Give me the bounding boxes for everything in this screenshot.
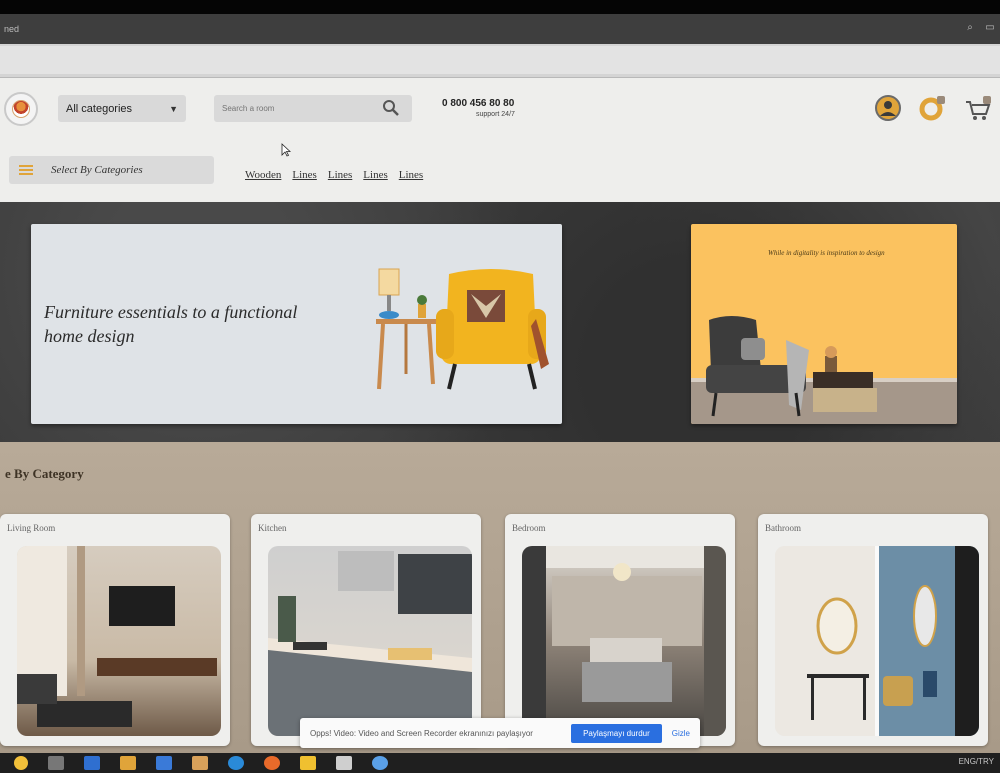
- screen-share-notification: Opps! Video: Video and Screen Recorder e…: [300, 718, 700, 748]
- site-header: All categories ▼ 0 800 456 80 80 support…: [0, 78, 1000, 202]
- lounge-chair-image: [706, 316, 877, 417]
- search-input[interactable]: [222, 104, 372, 113]
- section-title: e By Category: [5, 466, 84, 481]
- hide-button[interactable]: Gizle: [672, 729, 690, 738]
- hero-headline: Furniture essentials to a functional hom…: [44, 302, 298, 346]
- category-card-kitchen[interactable]: Kitchen: [251, 514, 481, 746]
- calendar-icon[interactable]: [336, 756, 352, 770]
- mouse-cursor-icon: [281, 143, 291, 157]
- top-black-band: [0, 0, 1000, 14]
- browser-toolbar: [0, 44, 1000, 78]
- nav-links: Wooden Lines Lines Lines Lines: [245, 169, 423, 181]
- category-dropdown-value: All categories: [66, 102, 133, 115]
- category-card-bedroom[interactable]: Bedroom: [505, 514, 735, 746]
- taskbar: ENG/TRY: [0, 753, 1000, 773]
- category-card-living-room[interactable]: Living Room: [0, 514, 230, 746]
- notification-message: Opps! Video: Video and Screen Recorder e…: [310, 728, 533, 738]
- nav-link-lines-4[interactable]: Lines: [399, 169, 423, 181]
- start-icon[interactable]: [14, 756, 28, 770]
- search-taskbar-icon[interactable]: [48, 756, 64, 770]
- select-by-categories-label: Select By Categories: [51, 164, 143, 176]
- cart-icon[interactable]: [964, 94, 992, 122]
- tab-title[interactable]: ned: [4, 24, 19, 34]
- system-tray-language[interactable]: ENG/TRY: [959, 757, 994, 766]
- stop-sharing-button[interactable]: Paylaşmayı durdur: [571, 723, 662, 743]
- chrome-icon[interactable]: [372, 756, 388, 770]
- window-menu-icon[interactable]: ▭: [984, 22, 996, 34]
- hero-banner[interactable]: Furniture essentials to a functional hom…: [31, 224, 562, 424]
- category-card-title: Bathroom: [765, 523, 801, 533]
- search-icon[interactable]: [382, 99, 400, 117]
- nav-link-lines-2[interactable]: Lines: [328, 169, 352, 181]
- mail-icon[interactable]: [156, 756, 172, 770]
- living-room-photo: [17, 546, 221, 736]
- nav-link-wooden[interactable]: Wooden: [245, 169, 281, 181]
- task-view-icon[interactable]: [84, 756, 100, 770]
- file-explorer-icon[interactable]: [120, 756, 136, 770]
- category-dropdown[interactable]: All categories ▼: [58, 95, 186, 122]
- photos-icon[interactable]: [192, 756, 208, 770]
- phone-number[interactable]: 0 800 456 80 80: [442, 98, 514, 109]
- nav-link-lines-3[interactable]: Lines: [363, 169, 387, 181]
- search-icon[interactable]: ⌕: [964, 22, 976, 34]
- user-icon[interactable]: [874, 94, 902, 122]
- nav-link-lines-1[interactable]: Lines: [292, 169, 316, 181]
- bedroom-photo: [522, 546, 726, 736]
- search-box[interactable]: [214, 95, 412, 122]
- menu-icon: [19, 165, 33, 175]
- notes-icon[interactable]: [300, 756, 316, 770]
- site-logo[interactable]: [4, 92, 38, 126]
- category-card-title: Kitchen: [258, 523, 287, 533]
- category-card-bathroom[interactable]: Bathroom: [758, 514, 988, 746]
- select-by-categories-button[interactable]: Select By Categories: [9, 156, 214, 184]
- category-card-title: Bedroom: [512, 523, 546, 533]
- screen: ned ⌕ ▭ All categories ▼ 0 800 456 80 80…: [0, 0, 1000, 773]
- hero-section: Furniture essentials to a functional hom…: [0, 202, 1000, 442]
- address-bar[interactable]: [0, 46, 1000, 74]
- phone-subtitle: support 24/7: [476, 111, 515, 118]
- bathroom-photo: [775, 546, 979, 736]
- firefox-icon[interactable]: [264, 756, 280, 770]
- category-section: e By Category Living Room Kitchen Bedroo…: [0, 442, 1000, 753]
- promo-banner[interactable]: While in digitality is inspiration to de…: [691, 224, 957, 424]
- promo-tagline: While in digitality is inspiration to de…: [768, 249, 885, 257]
- category-card-title: Living Room: [7, 523, 56, 533]
- wishlist-icon[interactable]: [918, 94, 946, 122]
- edge-icon[interactable]: [228, 756, 244, 770]
- chevron-down-icon: ▼: [169, 103, 178, 114]
- browser-title-bar: ned ⌕ ▭: [0, 14, 1000, 44]
- armchair-image: [376, 268, 549, 390]
- kitchen-photo: [268, 546, 472, 736]
